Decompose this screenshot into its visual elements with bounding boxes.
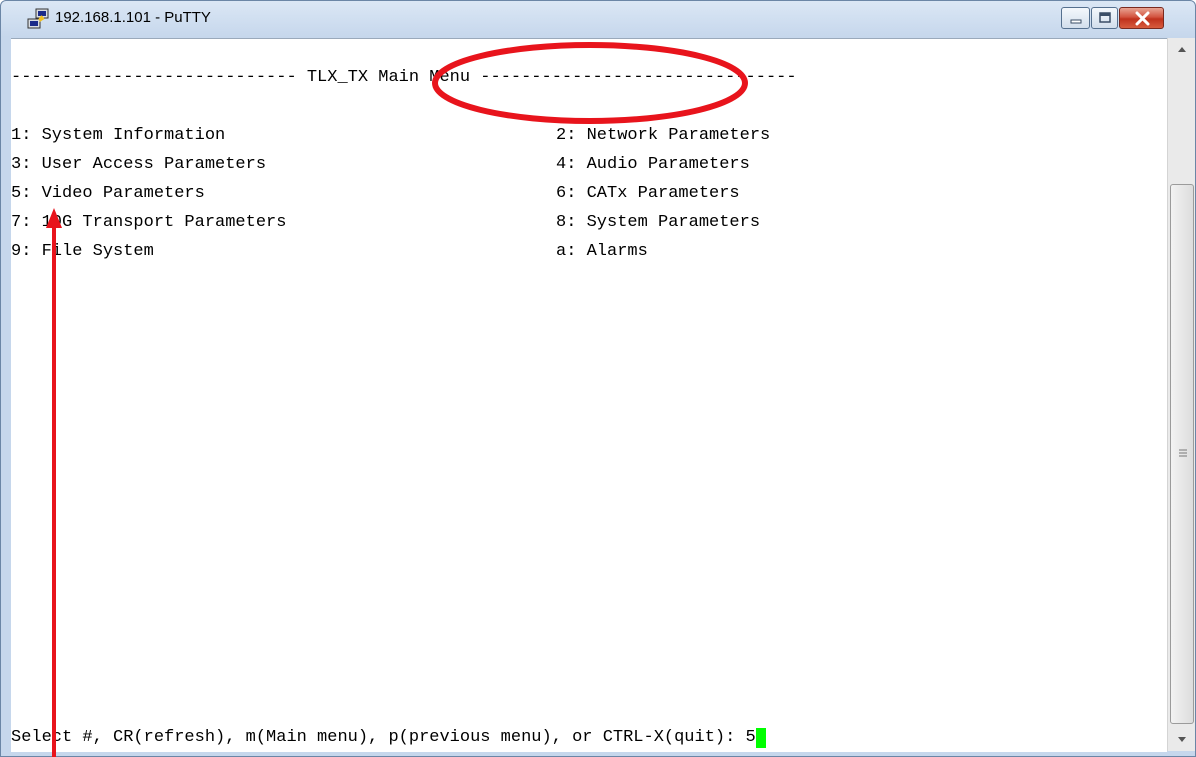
minimize-button[interactable] xyxy=(1061,7,1090,29)
menu-item-video-parameters[interactable]: 5: Video Parameters xyxy=(11,184,205,204)
text-cursor xyxy=(755,728,766,748)
menu-item-system-information[interactable]: 1: System Information xyxy=(11,126,225,146)
putty-icon[interactable] xyxy=(27,8,49,30)
scroll-up-button[interactable] xyxy=(1168,38,1195,62)
scroll-down-arrow-icon xyxy=(1178,737,1186,742)
header-rule-left: --------------------------- xyxy=(11,68,287,87)
window-title: 192.168.1.101 - PuTTY xyxy=(55,9,211,26)
menu-item-system-parameters[interactable]: 8: System Parameters xyxy=(556,213,760,233)
scrollbar-grip-icon xyxy=(1179,449,1187,457)
menu-item-network-parameters[interactable]: 2: Network Parameters xyxy=(556,126,770,146)
scroll-down-button[interactable] xyxy=(1168,727,1195,751)
menu-item-user-access-parameters[interactable]: 3: User Access Parameters xyxy=(11,155,266,175)
terminal-screen[interactable]: ---------------------------- TLX_TX Main… xyxy=(11,38,1167,752)
menu-item-catx-parameters[interactable]: 6: CATx Parameters xyxy=(556,184,740,204)
scroll-up-arrow-icon xyxy=(1178,47,1186,52)
vertical-scrollbar[interactable] xyxy=(1167,38,1195,751)
close-icon xyxy=(1135,11,1150,26)
maximize-icon xyxy=(1099,12,1111,23)
menu-header: ---------------------------- TLX_TX Main… xyxy=(11,68,797,88)
command-prompt-line[interactable]: Select #, CR(refresh), m(Main menu), p(p… xyxy=(11,728,766,748)
close-button[interactable] xyxy=(1119,7,1164,29)
command-input[interactable]: 5 xyxy=(746,728,756,747)
menu-item-alarms[interactable]: a: Alarms xyxy=(556,242,648,262)
header-rule-right: ------------------------------ xyxy=(490,68,797,87)
menu-item-file-system[interactable]: 9: File System xyxy=(11,242,154,262)
putty-window: 192.168.1.101 - PuTTY ------------------… xyxy=(0,0,1196,757)
title-bar[interactable]: 192.168.1.101 - PuTTY xyxy=(1,1,1195,37)
command-prompt: Select #, CR(refresh), m(Main menu), p(p… xyxy=(11,728,746,747)
minimize-icon xyxy=(1070,19,1082,24)
scrollbar-thumb[interactable] xyxy=(1170,184,1194,724)
menu-item-audio-parameters[interactable]: 4: Audio Parameters xyxy=(556,155,750,175)
menu-title: - TLX_TX Main Menu - xyxy=(286,68,491,87)
maximize-button[interactable] xyxy=(1091,7,1118,29)
menu-item-10g-transport-parameters[interactable]: 7: 10G Transport Parameters xyxy=(11,213,286,233)
